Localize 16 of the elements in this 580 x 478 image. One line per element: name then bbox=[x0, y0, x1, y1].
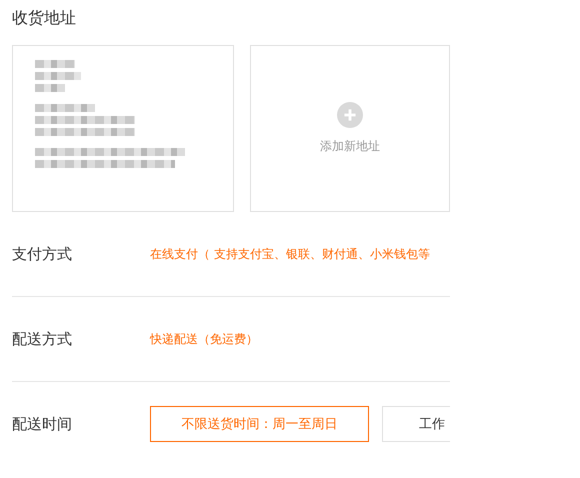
blurred-text bbox=[35, 72, 81, 80]
add-address-card[interactable]: 添加新地址 bbox=[250, 45, 450, 212]
row-label: 配送时间 bbox=[12, 414, 73, 434]
option-text[interactable]: 在线支付（ 支持支付宝、银联、财付通、小米钱包等 bbox=[150, 246, 430, 262]
add-address-label: 添加新地址 bbox=[320, 138, 380, 155]
address-card[interactable] bbox=[12, 45, 234, 212]
plus-icon bbox=[337, 102, 363, 128]
row-label: 配送方式 bbox=[12, 330, 73, 348]
blurred-text bbox=[35, 60, 75, 68]
blurred-text bbox=[35, 84, 65, 92]
section-title: 收货地址 bbox=[12, 7, 77, 29]
time-option[interactable]: 工作 bbox=[382, 406, 450, 442]
row-label: 支付方式 bbox=[12, 244, 73, 264]
option-text[interactable]: 快递配送（免运费） bbox=[150, 330, 258, 348]
time-option[interactable]: 不限送货时间：周一至周日 bbox=[150, 406, 369, 442]
blurred-text bbox=[35, 104, 95, 112]
